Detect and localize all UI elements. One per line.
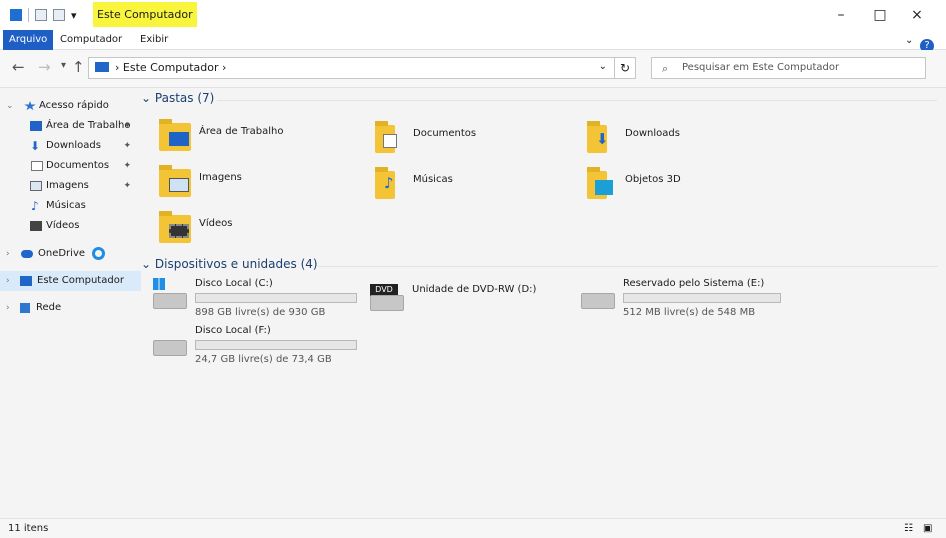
collapse-icon[interactable]: ⌄: [141, 257, 151, 271]
details-view-icon[interactable]: ☷: [904, 523, 913, 534]
video-icon: [30, 221, 42, 231]
breadcrumb[interactable]: › Este Computador ›: [115, 61, 226, 74]
loading-spinner-icon: [92, 247, 105, 260]
sidebar-item-quick-access[interactable]: ⌄ Acesso rápido: [0, 96, 141, 116]
pin-icon: ✦: [123, 121, 131, 131]
drive-icon: [581, 293, 615, 309]
back-button[interactable]: ←: [12, 58, 25, 76]
cloud-icon: [21, 250, 33, 258]
address-bar-row: ← → ▾ ↑ › Este Computador › ⌄ ↻ ⌕ Pesqui…: [0, 50, 946, 88]
sidebar-item-downloads[interactable]: ⬇ Downloads ✦: [0, 136, 141, 156]
ribbon-tabs: Arquivo Computador Exibir ⌄ ?: [0, 30, 946, 53]
download-icon: ⬇: [30, 139, 41, 153]
computer-icon: [20, 276, 32, 286]
sidebar-item-music[interactable]: ♪ Músicas: [0, 196, 141, 216]
close-button[interactable]: ×: [909, 8, 925, 22]
expand-icon[interactable]: ›: [6, 298, 10, 318]
pin-icon: ✦: [123, 141, 131, 151]
sidebar-item-images[interactable]: Imagens ✦: [0, 176, 141, 196]
window-title: Este Computador: [93, 2, 197, 27]
quick-access-toolbar: ▾: [10, 8, 77, 22]
sidebar-item-videos[interactable]: Vídeos: [0, 216, 141, 236]
expand-icon[interactable]: ›: [6, 271, 10, 291]
usage-bar: [623, 293, 781, 303]
status-bar: 11 itens ☷ ▣: [0, 518, 946, 538]
folders-group-header[interactable]: ⌄ Pastas (7): [141, 91, 937, 105]
divider: [217, 100, 937, 101]
film-icon: [169, 224, 189, 238]
music-icon: ♪: [31, 199, 39, 213]
usage-bar: [195, 293, 357, 303]
desktop-icon: [169, 132, 189, 146]
music-icon: ♪: [384, 174, 394, 192]
tab-computador[interactable]: Computador: [54, 30, 128, 50]
usage-bar: [195, 340, 357, 350]
maximize-button[interactable]: □: [872, 8, 888, 22]
expand-ribbon-icon[interactable]: ⌄: [899, 31, 919, 51]
devices-group-header[interactable]: ⌄ Dispositivos e unidades (4): [141, 257, 938, 271]
search-placeholder: Pesquisar em Este Computador: [682, 62, 840, 73]
up-button[interactable]: ↑: [72, 58, 85, 76]
computer-icon: [10, 9, 22, 21]
address-dropdown-icon[interactable]: ⌄: [599, 61, 607, 72]
recent-locations-button[interactable]: ▾: [61, 60, 66, 71]
forward-button[interactable]: →: [38, 58, 51, 76]
title-bar: ▾ Este Computador – □ ×: [0, 0, 946, 30]
pin-icon: ✦: [123, 161, 131, 171]
drive-icon: [153, 340, 187, 356]
drive-icon: [153, 293, 187, 309]
download-icon: ⬇: [596, 130, 609, 148]
picture-icon: [169, 178, 189, 192]
properties-icon[interactable]: [35, 9, 47, 21]
computer-icon: [95, 62, 109, 72]
document-icon: [31, 161, 43, 171]
divider: [318, 266, 938, 267]
navigation-pane: ⌄ Acesso rápido Área de Trabalho ✦ ⬇ Dow…: [0, 88, 141, 518]
new-folder-icon[interactable]: [53, 9, 65, 21]
star-icon: [24, 101, 36, 111]
address-field[interactable]: › Este Computador › ⌄: [88, 57, 636, 79]
refresh-button[interactable]: ↻: [614, 57, 636, 79]
content-pane: ⌄ Pastas (7) Área de Trabalho Documentos…: [141, 88, 946, 518]
customize-toolbar-icon[interactable]: ▾: [71, 9, 77, 22]
large-icons-view-icon[interactable]: ▣: [923, 523, 932, 534]
minimize-button[interactable]: –: [833, 8, 849, 22]
desktop-icon: [30, 121, 42, 131]
item-count: 11 itens: [8, 523, 49, 534]
sidebar-item-this-pc[interactable]: › Este Computador: [0, 271, 141, 291]
sidebar-item-onedrive[interactable]: › OneDrive: [0, 244, 141, 264]
sidebar-item-documents[interactable]: Documentos ✦: [0, 156, 141, 176]
expand-icon[interactable]: ⌄: [6, 96, 14, 116]
tab-arquivo[interactable]: Arquivo: [3, 30, 54, 50]
tab-exibir[interactable]: Exibir: [134, 30, 174, 50]
drive-icon: [370, 295, 404, 311]
search-icon: ⌕: [662, 62, 669, 75]
expand-icon[interactable]: ›: [6, 244, 10, 264]
separator: [28, 8, 29, 22]
collapse-icon[interactable]: ⌄: [141, 91, 151, 105]
pin-icon: ✦: [123, 181, 131, 191]
cube-icon: [595, 180, 613, 195]
sidebar-item-network[interactable]: › Rede: [0, 298, 141, 318]
windows-logo-icon: [153, 278, 165, 290]
document-icon: [383, 134, 397, 148]
sidebar-item-desktop[interactable]: Área de Trabalho ✦: [0, 116, 141, 136]
network-icon: [20, 303, 30, 313]
picture-icon: [30, 181, 42, 191]
search-input[interactable]: ⌕ Pesquisar em Este Computador: [651, 57, 926, 79]
